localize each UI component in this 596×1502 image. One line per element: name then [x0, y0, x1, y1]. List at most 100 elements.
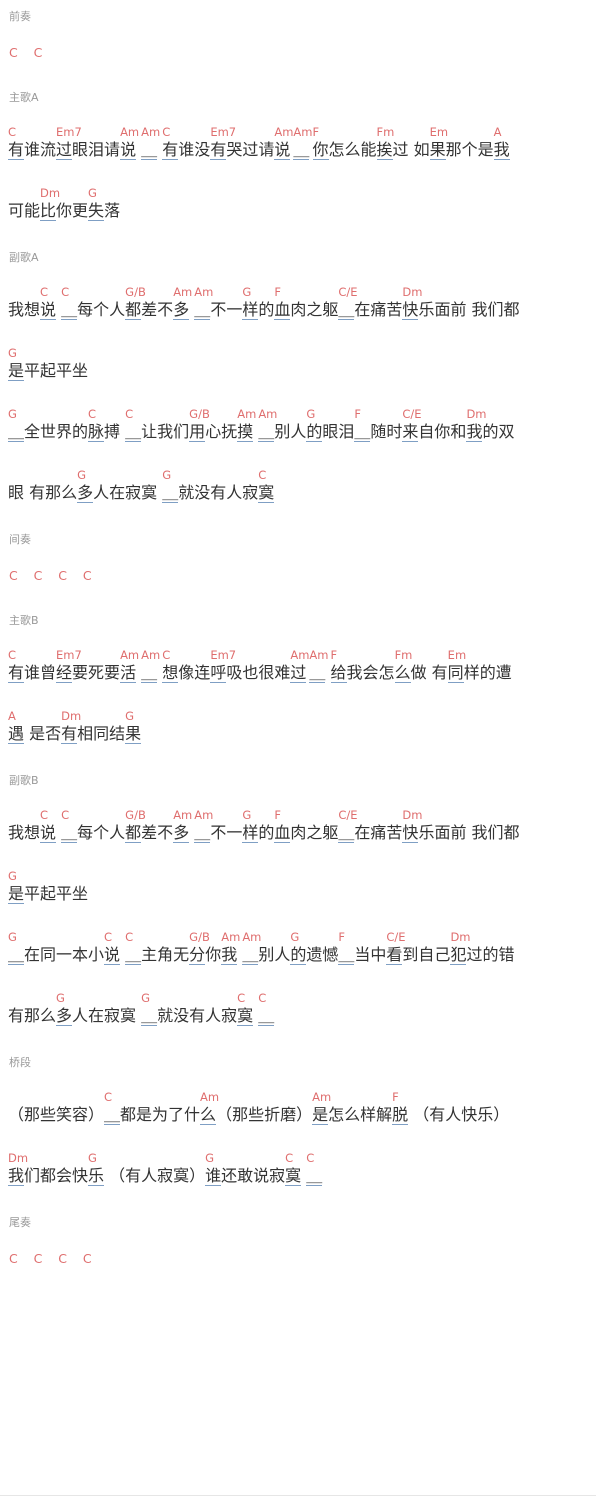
chord-anchor-underline: 同: [447, 663, 464, 683]
chord-label: F: [312, 125, 320, 139]
lyric-segment: C/E ＿在痛苦: [338, 808, 402, 843]
chord-label: Am: [200, 1090, 220, 1104]
lyric-text: ＿主角无: [125, 945, 190, 965]
chord-anchor-underline: ＿: [162, 483, 179, 503]
lyric-text: 可能: [8, 201, 41, 220]
lyric-segment: G 是平起平坐: [8, 869, 88, 904]
section-bridge: 桥段 （那些笑容） C ＿都是为了什 Am 么（那些折磨） Am 是怎么样解 F 脱 （有人快乐）…: [8, 1056, 588, 1186]
chord-spacer: [8, 808, 40, 822]
chord-label: C: [8, 125, 17, 139]
chord-anchor-underline: ＿: [309, 663, 326, 683]
chord-anchor-underline: 果: [429, 140, 446, 160]
chord-label: Em: [429, 125, 449, 139]
vertical-spacer: [8, 24, 588, 44]
chord-label: Am: [141, 648, 161, 662]
vertical-spacer: [8, 965, 588, 991]
chord-label: C: [258, 991, 267, 1005]
chord-label: G/B: [189, 930, 210, 944]
lyric-text: 乐 （有人寂寞）: [88, 1166, 206, 1186]
lyric-text: ＿: [293, 139, 312, 160]
chord-label: C/E: [402, 407, 422, 421]
lyric-text: 给我会怎: [330, 663, 395, 683]
lyric-segment: 可能: [8, 186, 40, 221]
chord-anchor-underline: 失: [88, 201, 105, 221]
chord-anchor-underline: 你: [312, 140, 329, 160]
lyric-text: 血肉之躯: [274, 300, 339, 320]
lyric-text: ＿: [309, 662, 330, 683]
chord-anchor-underline: 有: [8, 663, 25, 683]
chord-anchor-underline: ＿: [293, 140, 310, 160]
chord-anchor-underline: 样: [242, 823, 259, 843]
lyric-segment: Am 么（那些折磨）: [200, 1090, 312, 1125]
lyric-text: 多人在寂寞: [56, 1006, 142, 1026]
lyric-segment: G 的眼泪: [306, 407, 354, 442]
chord-anchor-underline: 的: [290, 945, 307, 965]
lyric-segment: Em7 有哭过请: [210, 125, 274, 160]
chord-label: G: [8, 407, 17, 421]
lyric-segment: 有那么: [8, 991, 56, 1026]
lyric-chord-line: 可能 Dm 比你更 G 失落: [8, 186, 588, 221]
chord-anchor-underline: 说: [274, 140, 291, 160]
lyric-segment: Am ＿: [141, 648, 162, 683]
chord-label: C: [125, 930, 134, 944]
chord-label: Em7: [210, 648, 237, 662]
lyric-segment: C寞: [258, 468, 275, 503]
chord-label: A: [493, 125, 502, 139]
lyric-segment: 我想: [8, 808, 40, 843]
lyric-text: 眼 有那么: [8, 483, 78, 502]
lyric-text: 你怎么能: [312, 140, 377, 160]
chord-anchor-underline: 过: [290, 663, 307, 683]
lyric-segment: Am ＿: [309, 648, 330, 683]
lyric-text: 用心抚: [189, 422, 238, 442]
lyric-text: 果那个是: [429, 140, 494, 160]
chord-anchor-underline: 用: [189, 422, 206, 442]
lyric-text: 说: [104, 944, 125, 965]
lyric-chord-line: G ＿在同一本小 C 说 C ＿主角无 G/B 分你 Am 我 Am ＿别人 G 的遗憾 F ＿当中 C/E…: [8, 930, 588, 965]
chord-anchor-underline: 我: [493, 140, 510, 160]
chord-anchor-underline: ＿: [141, 663, 158, 683]
lyric-segment: C/E ＿在痛苦: [338, 285, 402, 320]
lyric-segment: （那些笑容）: [8, 1090, 104, 1125]
lyric-segment: C 有谁曾: [8, 648, 56, 683]
lyric-segment: G/B 都差不: [125, 285, 173, 320]
chord-anchor-underline: 谁: [205, 1166, 222, 1186]
chord-anchor-underline: 的: [306, 422, 323, 442]
lyric-segment: Am 是怎么样解: [312, 1090, 392, 1125]
chord-label: G/B: [125, 808, 146, 822]
lyric-segment: C说: [40, 808, 61, 843]
chord-label: Am: [312, 1090, 332, 1104]
chord-anchor-underline: 有: [61, 724, 78, 744]
chord-label: C: [40, 808, 49, 822]
lyric-segment: C ＿每个人: [61, 808, 125, 843]
lyric-chord-line: 我想 C 说 C ＿每个人 G/B 都差不 Am 多 Am ＿不一 G 样的 F 血肉之躯 C/E ＿在痛苦…: [8, 808, 588, 843]
vertical-spacer: [8, 105, 588, 125]
lyric-text: 有谁没: [162, 140, 211, 160]
chord-anchor-underline: ＿: [141, 1006, 158, 1026]
chord-label: G: [77, 468, 87, 482]
chord-anchor-underline: 来: [402, 422, 419, 442]
chord-label: G: [56, 991, 65, 1005]
chord-anchor-underline: 呼: [210, 663, 227, 683]
lyric-text: 有那么: [8, 1006, 57, 1025]
chord-only-line: C C C C: [9, 568, 92, 583]
lyric-segment: Em7 经要死要: [56, 648, 120, 683]
chord-label: F: [274, 285, 281, 299]
chord-anchor-underline: 说: [120, 140, 137, 160]
chord-label: Fm: [394, 648, 413, 662]
chord-anchor-underline: 有: [210, 140, 227, 160]
lyric-segment: Em7 呼吸也很难: [210, 648, 290, 683]
chord-label: G/B: [125, 285, 146, 299]
lyric-segment: G ＿在同一本小: [8, 930, 104, 965]
lyric-text: 遇 是否: [8, 724, 62, 744]
chord-anchor-underline: ＿: [242, 945, 259, 965]
section-chorus: 副歌A 我想 C 说 C ＿每个人 G/B 都差不 Am 多 Am ＿不一 G 样的 F 血肉之躯 C/E ＿…: [8, 251, 588, 503]
chord-anchor-underline: ＿: [61, 300, 78, 320]
chord-label: G/B: [189, 407, 210, 421]
lyric-text: 说: [274, 139, 293, 160]
lyric-chord-line: 眼 有那么 G 多人在寂寞 G ＿就没有人寂 C 寞: [8, 468, 588, 503]
lyric-segment: G ＿全世界的: [8, 407, 88, 442]
chord-label: C: [162, 648, 171, 662]
lyric-text: 摸: [237, 421, 258, 442]
chord-sheet: 前奏 C C 主歌A C 有谁流 Em7 过眼泪请 Am 说 Am ＿ C 有谁没 Em7 有哭过请 Am…: [0, 0, 596, 1287]
chord-label: Fm: [376, 125, 395, 139]
